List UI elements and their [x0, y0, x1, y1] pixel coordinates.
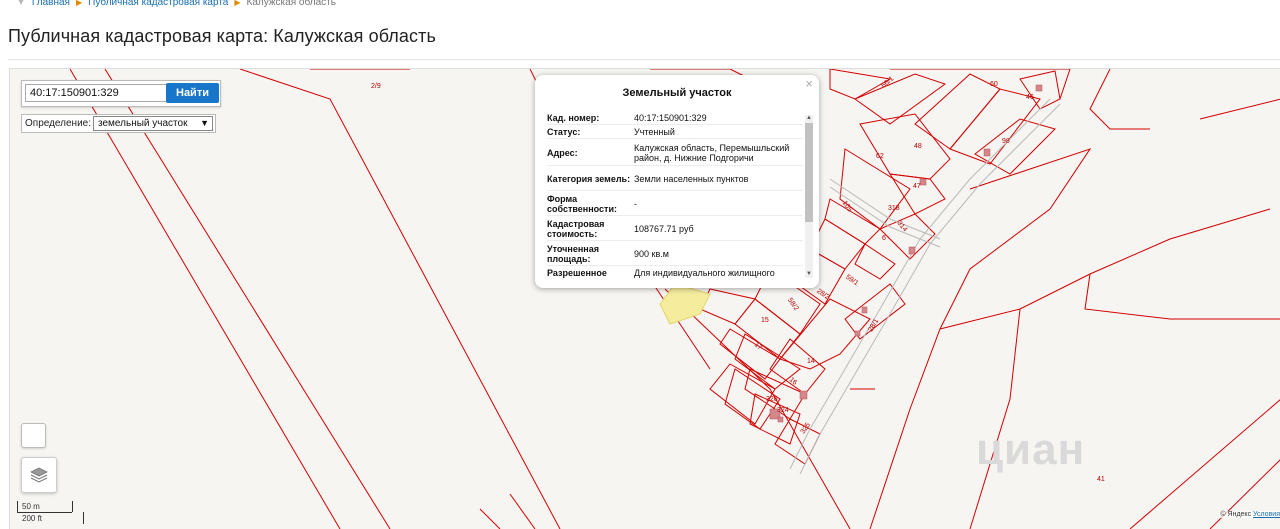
attribute-value: 900 кв.м	[634, 249, 669, 259]
parcel-label: 14	[807, 358, 815, 365]
chevron-down-icon: ▼	[200, 118, 210, 128]
attribute-row: Кадастровая стоимость: 108767.71 руб	[547, 216, 803, 241]
scale-bar: 50 m 200 ft	[17, 500, 85, 526]
attribute-value: Калужская область, Перемышльский район, …	[634, 143, 790, 163]
attribute-key: Форма собственности:	[547, 194, 617, 214]
attribute-row: Уточненная площадь: 900 кв.м	[547, 241, 803, 266]
popup-title: Земельный участок	[622, 87, 732, 99]
attribute-value: Для индивидуального жилищного	[634, 268, 775, 278]
page-title: Публичная кадастровая карта: Калужская о…	[8, 26, 436, 46]
breadcrumb-current: Калужская область	[246, 0, 336, 8]
copyright-provider: © Яндекс	[1220, 511, 1252, 518]
definition-selected-value: земельный участок	[98, 118, 188, 129]
parcel-label: 324	[777, 407, 789, 414]
attribute-row: Форма собственности: -	[547, 191, 803, 216]
map-copyright: © Яндекс Условия	[1219, 511, 1280, 518]
attribute-row: Категория земель: Земли населенных пункт…	[547, 166, 803, 191]
scroll-down-icon[interactable]: ▼	[805, 271, 813, 278]
parcel-label: 98	[1002, 138, 1010, 145]
attribute-value: Учтенный	[634, 127, 675, 137]
parcel-label: 62	[876, 153, 884, 160]
attribute-key: Адрес:	[547, 148, 578, 158]
breadcrumb-separator-icon: ▶	[234, 0, 241, 7]
cadastral-number-input[interactable]	[25, 84, 169, 102]
cadastral-search: Найти	[21, 80, 221, 107]
attribute-value: 40:17:150901:329	[634, 113, 707, 123]
attribute-value: -	[634, 199, 637, 209]
attribute-key: Статус:	[547, 127, 581, 137]
parcel-label: 2/9	[371, 83, 381, 90]
parcel-label: 47	[913, 183, 921, 190]
parcel-label: 60	[990, 81, 998, 88]
divider	[8, 59, 1280, 60]
parcel-label: 41	[1097, 476, 1105, 483]
scrollbar-thumb[interactable]	[805, 123, 813, 222]
attribute-row: Кад. номер: 40:17:150901:329	[547, 111, 803, 125]
breadcrumb-home[interactable]: Главная	[32, 0, 70, 8]
terms-link[interactable]: Условия	[1253, 511, 1280, 518]
watermark: циан	[976, 425, 1086, 474]
scroll-up-icon[interactable]: ▲	[805, 115, 813, 122]
layers-button[interactable]	[21, 457, 57, 493]
fullscreen-button[interactable]	[21, 423, 46, 448]
breadcrumb-separator-icon: ▶	[75, 0, 83, 7]
parcel-label: 326	[766, 396, 778, 403]
attribute-row: Разрешенное Для индивидуального жилищног…	[547, 266, 803, 280]
parcel-label: 48	[914, 143, 922, 150]
attribute-key: Кадастровая стоимость:	[547, 219, 605, 239]
parcel-attributes: Кад. номер: 40:17:150901:329 Статус: Учт…	[547, 111, 803, 280]
parcel-label: 6	[882, 235, 886, 242]
attribute-row: Статус: Учтенный	[547, 125, 803, 139]
attribute-key: Уточненная площадь:	[547, 244, 599, 264]
scale-imperial: 200 ft	[22, 514, 43, 523]
layers-icon	[30, 467, 48, 483]
popup-scrollbar[interactable]: ▲ ▼	[805, 115, 813, 278]
parcel-label: 46	[1026, 94, 1034, 101]
cadastral-map[interactable]: циан 2/9 66/1 60 46 98 48 62 47 105 318 …	[9, 68, 1280, 529]
breadcrumb: ▼ Главная ▶ Публичная кадастровая карта ▶ Кал…	[0, 0, 342, 9]
attribute-value: 108767.71 руб	[634, 224, 694, 234]
parcel-info-popup: × Земельный участок Кад. номер: 40:17:15…	[535, 75, 819, 288]
definition-select[interactable]: земельный участок ▼	[93, 116, 214, 131]
definition-label: Определение:	[25, 118, 92, 129]
attribute-row: Адрес: Калужская область, Перемышльский …	[547, 139, 803, 166]
parcel-label: 318	[888, 205, 900, 212]
home-icon[interactable]: ▼	[16, 0, 26, 8]
scale-metric: 50 m	[22, 502, 40, 511]
attribute-key: Категория земель:	[547, 174, 631, 184]
find-button[interactable]: Найти	[166, 83, 219, 103]
breadcrumb-map[interactable]: Публичная кадастровая карта	[88, 0, 228, 8]
attribute-key: Кад. номер:	[547, 113, 600, 123]
parcel-label: 15	[761, 317, 769, 324]
attribute-value: Земли населенных пунктов	[634, 174, 749, 184]
definition-selector: Определение: земельный участок ▼	[21, 114, 217, 133]
attribute-key: Разрешенное	[547, 268, 607, 278]
